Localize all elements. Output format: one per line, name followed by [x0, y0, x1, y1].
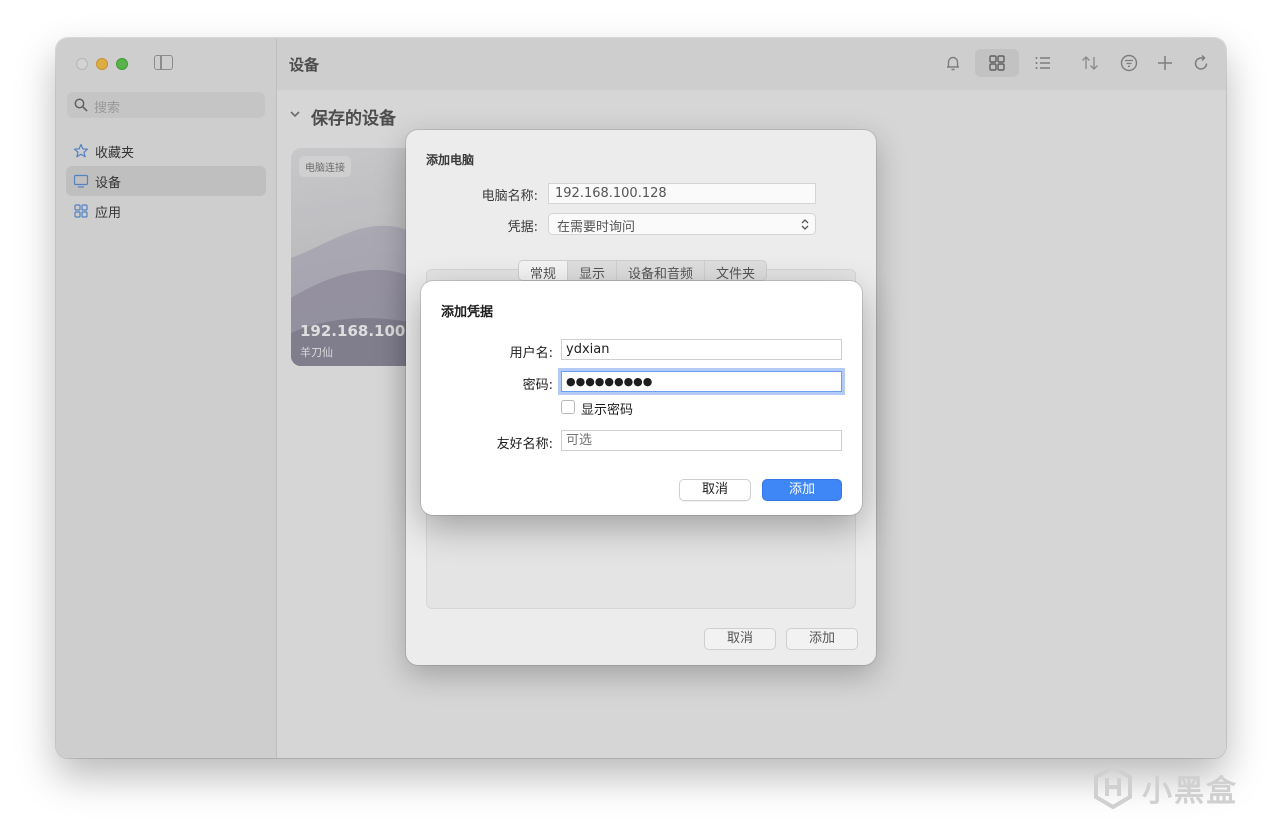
settings-tabs: 常规 显示 设备和音频 文件夹: [518, 260, 768, 281]
credentials-label: 凭据:: [507, 220, 538, 235]
friendly-name-label: 友好名称:: [496, 437, 553, 452]
friendly-name-field[interactable]: [561, 430, 842, 451]
sheet-add-button[interactable]: 添加: [786, 628, 858, 650]
password-label: 密码:: [522, 378, 553, 393]
watermark: 小黑盒: [1090, 762, 1250, 812]
watermark-text: 小黑盒: [1142, 774, 1238, 809]
add-button[interactable]: 添加: [762, 479, 842, 501]
tab-general[interactable]: 常规: [519, 261, 569, 280]
dialog-title: 添加凭据: [441, 305, 494, 320]
sheet-cancel-button[interactable]: 取消: [704, 628, 776, 650]
show-password-checkbox[interactable]: [561, 400, 575, 414]
add-credentials-dialog: 添加凭据 用户名: ydxian 密码: ●●●●●●●●● 显示密码 友好名称…: [421, 281, 862, 515]
pc-name-label: 电脑名称:: [481, 189, 538, 204]
tab-devices-audio[interactable]: 设备和音频: [617, 261, 706, 280]
tab-folders[interactable]: 文件夹: [705, 261, 766, 280]
show-password-label[interactable]: 显示密码: [581, 399, 633, 418]
cancel-button[interactable]: 取消: [679, 479, 751, 501]
username-field[interactable]: ydxian: [561, 339, 842, 360]
sheet-title: 添加电脑: [426, 153, 475, 167]
credentials-popup[interactable]: 在需要时询问: [548, 213, 816, 235]
password-field[interactable]: ●●●●●●●●●: [561, 371, 842, 392]
tab-display[interactable]: 显示: [568, 261, 618, 280]
up-down-chevron-icon: [801, 219, 809, 230]
heybox-logo-icon: [1094, 764, 1132, 810]
username-label: 用户名:: [509, 346, 553, 361]
credentials-popup-value: 在需要时询问: [557, 220, 636, 235]
pc-name-field[interactable]: 192.168.100.128: [548, 183, 816, 204]
